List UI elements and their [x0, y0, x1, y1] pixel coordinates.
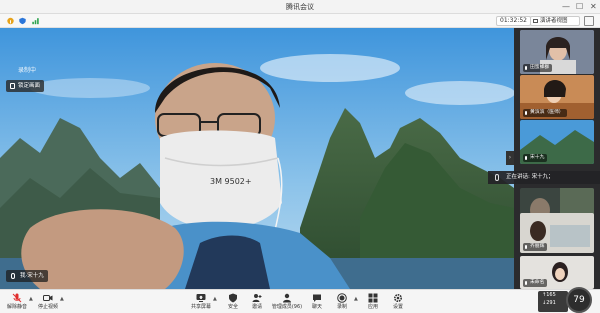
manage-members-button[interactable]: 管理成员(96)	[270, 292, 304, 313]
settings-button[interactable]: 设置	[383, 292, 413, 313]
control-bar: 解除静音 ▲ 停止视频 ▲ 共享屏幕 ▲ 安全 邀请 管理成员(96) 聊天 录…	[0, 289, 600, 313]
speaking-banner: 正在讲话: 宋十九；	[488, 171, 600, 184]
participant-tile[interactable]: 齐丽辉	[520, 213, 594, 253]
lock-view-button[interactable]: 锁定画面	[6, 80, 45, 92]
fullscreen-button[interactable]	[584, 16, 594, 26]
view-mode-label: 演讲者视图	[540, 18, 568, 24]
speaker-name: 我·宋十九	[20, 273, 44, 279]
view-mode-button[interactable]: 演讲者视图	[530, 16, 580, 26]
participant-label: 宋十九	[523, 154, 548, 162]
strip-toggle-arrow[interactable]: ›	[506, 151, 514, 165]
share-screen-label: 共享屏幕	[190, 304, 211, 310]
maximize-icon[interactable]: ☐	[576, 0, 583, 14]
title-bar: 腾讯会议 — ☐ ✕	[0, 0, 600, 14]
record-label: 录制	[336, 304, 347, 310]
invite-icon	[252, 294, 262, 302]
chevron-up-icon[interactable]: ▲	[213, 296, 217, 302]
participant-tile[interactable]: 宋十九	[520, 120, 594, 164]
participant-strip[interactable]: 田蜜蜂群 黄滨滨（医师） 宋十九 朱梅2172-3079 齐丽辉 未命名	[514, 28, 600, 289]
participant-label: 田蜜蜂群	[523, 64, 553, 72]
mic-icon	[11, 273, 15, 279]
meeting-timer: 01:32:52	[496, 16, 531, 26]
participant-tile[interactable]: 黄滨滨（医师）	[520, 75, 594, 119]
chat-icon	[313, 294, 321, 302]
invite-label: 邀请	[251, 304, 262, 310]
speaking-text: 正在讲话: 宋十九；	[506, 174, 554, 180]
network-score-gauge[interactable]: 79	[566, 287, 592, 313]
stop-video-button[interactable]: 停止视频	[33, 292, 63, 313]
recording-indicator: 录制中	[18, 67, 37, 74]
gear-icon	[393, 293, 403, 303]
signal-icon	[32, 18, 39, 25]
stop-video-label: 停止视频	[37, 304, 58, 310]
close-icon[interactable]: ✕	[590, 0, 597, 14]
participant-label: 齐丽辉	[523, 243, 548, 251]
grid-icon	[533, 19, 538, 23]
lock-icon	[10, 83, 15, 89]
camera-icon	[43, 295, 53, 301]
participant-tile[interactable]: 未命名	[520, 256, 594, 289]
main-video[interactable]: 3M 9502+ 录制中 锁定画面 我·宋十九	[0, 28, 514, 289]
network-stats[interactable]: ↑165 ↓291	[538, 291, 568, 312]
members-icon	[283, 293, 291, 303]
info-icon[interactable]	[6, 17, 15, 25]
upload-rate: ↑165	[542, 292, 556, 298]
apps-grid-icon	[368, 293, 378, 303]
manage-members-label: 管理成员(96)	[271, 304, 303, 310]
svg-text:3M 9502+: 3M 9502+	[210, 177, 252, 186]
download-rate: ↓291	[542, 300, 556, 306]
unmute-label: 解除静音	[6, 304, 27, 310]
lock-view-label: 锁定画面	[18, 83, 41, 89]
invite-button[interactable]: 邀请	[242, 292, 272, 313]
window-title: 腾讯会议	[286, 3, 314, 11]
shield-icon	[229, 293, 237, 303]
settings-label: 设置	[392, 304, 403, 310]
participant-tile[interactable]: 田蜜蜂群	[520, 30, 594, 74]
mic-icon	[495, 174, 499, 181]
participant-label: 未命名	[523, 279, 548, 287]
share-screen-button[interactable]: 共享屏幕	[186, 292, 216, 313]
unmute-button[interactable]: 解除静音	[2, 292, 32, 313]
chevron-up-icon[interactable]: ▲	[60, 296, 64, 302]
speaker-video-frame: 3M 9502+	[0, 28, 514, 289]
minimize-icon[interactable]: —	[562, 0, 570, 14]
record-icon	[337, 293, 347, 303]
share-screen-icon	[196, 294, 206, 302]
participant-label: 黄滨滨（医师）	[523, 109, 567, 117]
mic-muted-icon	[12, 293, 22, 303]
shield-icon[interactable]	[18, 17, 27, 25]
meeting-toolbar: 01:32:52 演讲者视图	[0, 14, 600, 28]
speaker-name-tag: 我·宋十九	[6, 270, 48, 282]
record-button[interactable]: 录制	[327, 292, 357, 313]
